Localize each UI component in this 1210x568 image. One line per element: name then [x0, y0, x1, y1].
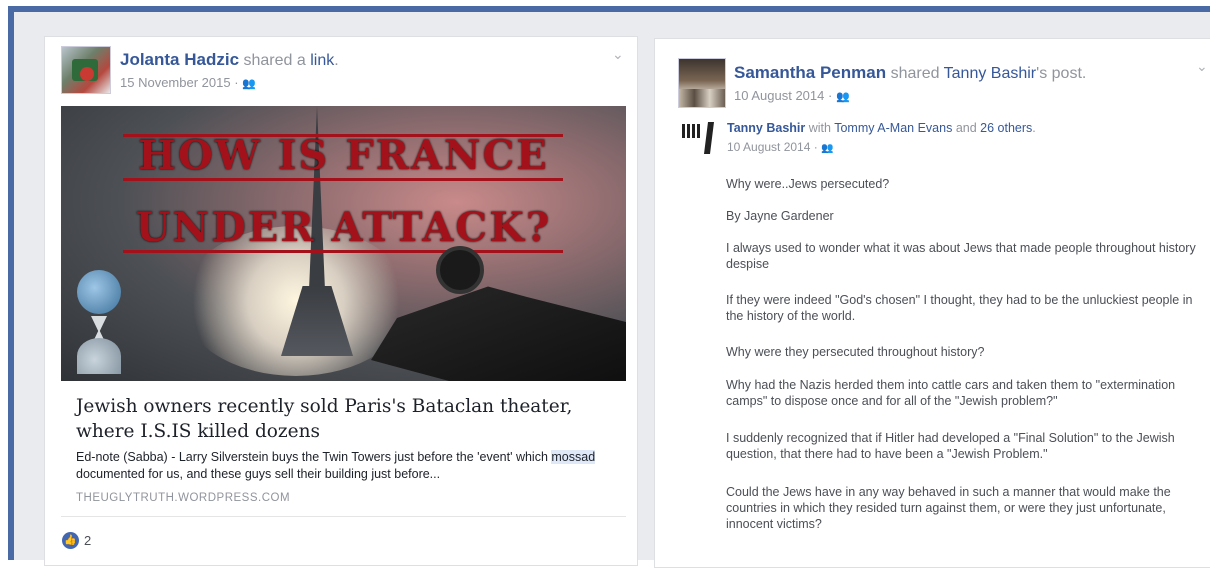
post-paragraph: By Jayne Gardener — [726, 209, 834, 223]
hero-title-line2: UNDER ATTACK? — [135, 204, 552, 251]
link-preview-image[interactable]: HOW IS FRANCE UNDER ATTACK? — [61, 106, 626, 381]
friends-icon: 👥 — [821, 143, 834, 154]
friends-icon: 👥 — [835, 91, 850, 103]
shared-period: . — [334, 52, 339, 69]
desc-part1: Ed-note (Sabba) - Larry Silverstein buys… — [76, 450, 552, 464]
globe-icon-2 — [77, 338, 121, 374]
like-icon: 👍 — [62, 532, 79, 549]
avatar-tanny[interactable] — [680, 120, 716, 156]
link-description: Ed-note (Sabba) - Larry Silverstein buys… — [76, 449, 611, 483]
inner-author[interactable]: Tanny Bashir — [727, 121, 805, 135]
friends-icon: 👥 — [242, 78, 256, 90]
inner-meta: 10 August 2014 · 👥 — [727, 140, 834, 154]
post-meta: 10 August 2014 · 👥 — [734, 88, 850, 103]
shared-suffix: 's post. — [1036, 65, 1087, 82]
avatar-detail — [679, 89, 725, 107]
shared-text: shared — [890, 65, 940, 82]
post-paragraph: Why were they persecuted throughout hist… — [726, 345, 985, 359]
post-paragraph: Why had the Nazis herded them into cattl… — [726, 378, 1176, 408]
avatar-detail-2 — [80, 67, 94, 81]
chevron-down-icon[interactable]: ⌄ — [1196, 58, 1208, 75]
tagged-user[interactable]: Tommy A-Man Evans — [834, 121, 952, 135]
chevron-down-icon[interactable]: ⌄ — [612, 46, 624, 63]
desc-highlight: mossad — [551, 450, 596, 464]
post-date[interactable]: 15 November 2015 — [120, 75, 231, 90]
meta-separator: · — [813, 140, 818, 154]
post-paragraph: I always used to wonder what it was abou… — [726, 241, 1196, 271]
like-reaction[interactable]: 👍 2 — [62, 532, 91, 549]
author-name[interactable]: Samantha Penman — [734, 63, 886, 82]
qr-pattern — [682, 124, 702, 138]
like-count: 2 — [84, 533, 92, 548]
post-paragraph: Could the Jews have in any way behaved i… — [726, 485, 1171, 531]
shared-from-link[interactable]: Tanny Bashir — [944, 65, 1037, 82]
with-text: with — [808, 121, 831, 135]
footer-divider — [61, 516, 626, 517]
inner-date[interactable]: 10 August 2014 — [727, 140, 810, 154]
shared-text: shared a — [243, 52, 306, 69]
title-bar-mid — [123, 178, 563, 181]
post-paragraph: Why were..Jews persecuted? — [726, 177, 890, 191]
author-name[interactable]: Jolanta Hadzic — [120, 50, 239, 69]
shared-link[interactable]: link — [310, 52, 334, 69]
avatar-detail — [704, 122, 714, 154]
post-header-line: Samantha Penman shared Tanny Bashir's po… — [734, 63, 1086, 83]
title-bar-bottom — [123, 250, 563, 253]
avatar-samantha[interactable] — [678, 58, 726, 108]
avatar-jolanta[interactable] — [61, 46, 111, 94]
others-link[interactable]: 26 others — [980, 121, 1032, 135]
rifle-sight — [436, 246, 484, 294]
inner-header-line: Tanny Bashir with Tommy A-Man Evans and … — [727, 121, 1036, 135]
desc-part2: documented for us, and these guys sell t… — [76, 467, 441, 481]
post-paragraph: I suddenly recognized that if Hitler had… — [726, 431, 1175, 461]
and-text: and — [955, 121, 977, 135]
post-header-line: Jolanta Hadzic shared a link. — [120, 50, 339, 70]
post-meta: 15 November 2015 · 👥 — [120, 75, 256, 90]
post-date[interactable]: 10 August 2014 — [734, 88, 824, 103]
meta-separator: · — [827, 88, 833, 103]
link-title[interactable]: Jewish owners recently sold Paris's Bata… — [76, 394, 596, 444]
post-paragraph: If they were indeed "God's chosen" I tho… — [726, 293, 1193, 323]
globe-icon — [77, 270, 121, 314]
meta-separator: · — [234, 75, 239, 90]
wikileaks-logo — [73, 266, 125, 376]
inner-period: . — [1032, 121, 1036, 135]
link-domain: THEUGLYTRUTH.WORDPRESS.COM — [76, 492, 291, 504]
hero-title-line1: HOW IS FRANCE — [138, 132, 549, 179]
